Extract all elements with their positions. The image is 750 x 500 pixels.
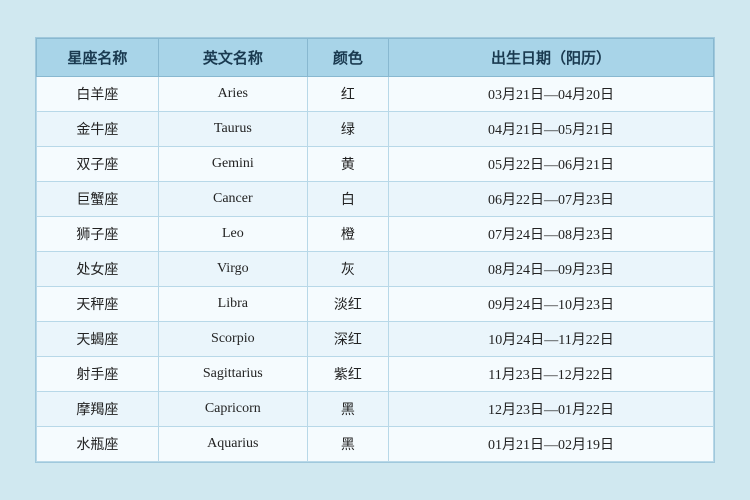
cell-en: Scorpio	[158, 322, 307, 357]
cell-cn: 双子座	[37, 147, 159, 182]
cell-date: 01月21日—02月19日	[389, 427, 714, 462]
cell-cn: 射手座	[37, 357, 159, 392]
cell-date: 03月21日—04月20日	[389, 77, 714, 112]
table-row: 狮子座Leo橙07月24日—08月23日	[37, 217, 714, 252]
table-row: 天秤座Libra淡红09月24日—10月23日	[37, 287, 714, 322]
cell-cn: 白羊座	[37, 77, 159, 112]
table-row: 白羊座Aries红03月21日—04月20日	[37, 77, 714, 112]
cell-date: 04月21日—05月21日	[389, 112, 714, 147]
zodiac-table: 星座名称 英文名称 颜色 出生日期（阳历） 白羊座Aries红03月21日—04…	[36, 38, 714, 462]
cell-cn: 狮子座	[37, 217, 159, 252]
header-date: 出生日期（阳历）	[389, 39, 714, 77]
zodiac-table-container: 星座名称 英文名称 颜色 出生日期（阳历） 白羊座Aries红03月21日—04…	[35, 37, 715, 463]
cell-cn: 水瓶座	[37, 427, 159, 462]
header-color: 颜色	[307, 39, 388, 77]
table-row: 射手座Sagittarius紫红11月23日—12月22日	[37, 357, 714, 392]
table-row: 处女座Virgo灰08月24日—09月23日	[37, 252, 714, 287]
cell-cn: 处女座	[37, 252, 159, 287]
cell-cn: 巨蟹座	[37, 182, 159, 217]
cell-date: 12月23日—01月22日	[389, 392, 714, 427]
cell-color: 白	[307, 182, 388, 217]
cell-color: 红	[307, 77, 388, 112]
cell-color: 绿	[307, 112, 388, 147]
cell-date: 06月22日—07月23日	[389, 182, 714, 217]
cell-color: 黄	[307, 147, 388, 182]
cell-color: 淡红	[307, 287, 388, 322]
cell-color: 深红	[307, 322, 388, 357]
cell-date: 10月24日—11月22日	[389, 322, 714, 357]
cell-en: Taurus	[158, 112, 307, 147]
cell-color: 黑	[307, 392, 388, 427]
cell-date: 07月24日—08月23日	[389, 217, 714, 252]
cell-color: 紫红	[307, 357, 388, 392]
cell-cn: 天秤座	[37, 287, 159, 322]
cell-date: 08月24日—09月23日	[389, 252, 714, 287]
cell-en: Sagittarius	[158, 357, 307, 392]
cell-en: Cancer	[158, 182, 307, 217]
cell-date: 05月22日—06月21日	[389, 147, 714, 182]
cell-color: 灰	[307, 252, 388, 287]
table-row: 水瓶座Aquarius黑01月21日—02月19日	[37, 427, 714, 462]
table-row: 巨蟹座Cancer白06月22日—07月23日	[37, 182, 714, 217]
cell-date: 09月24日—10月23日	[389, 287, 714, 322]
cell-en: Libra	[158, 287, 307, 322]
cell-cn: 摩羯座	[37, 392, 159, 427]
cell-en: Virgo	[158, 252, 307, 287]
table-row: 双子座Gemini黄05月22日—06月21日	[37, 147, 714, 182]
header-en: 英文名称	[158, 39, 307, 77]
table-row: 天蝎座Scorpio深红10月24日—11月22日	[37, 322, 714, 357]
cell-en: Gemini	[158, 147, 307, 182]
table-row: 摩羯座Capricorn黑12月23日—01月22日	[37, 392, 714, 427]
cell-en: Leo	[158, 217, 307, 252]
cell-cn: 天蝎座	[37, 322, 159, 357]
table-header-row: 星座名称 英文名称 颜色 出生日期（阳历）	[37, 39, 714, 77]
cell-en: Capricorn	[158, 392, 307, 427]
cell-color: 黑	[307, 427, 388, 462]
cell-cn: 金牛座	[37, 112, 159, 147]
cell-en: Aquarius	[158, 427, 307, 462]
header-cn: 星座名称	[37, 39, 159, 77]
table-row: 金牛座Taurus绿04月21日—05月21日	[37, 112, 714, 147]
cell-color: 橙	[307, 217, 388, 252]
cell-en: Aries	[158, 77, 307, 112]
cell-date: 11月23日—12月22日	[389, 357, 714, 392]
